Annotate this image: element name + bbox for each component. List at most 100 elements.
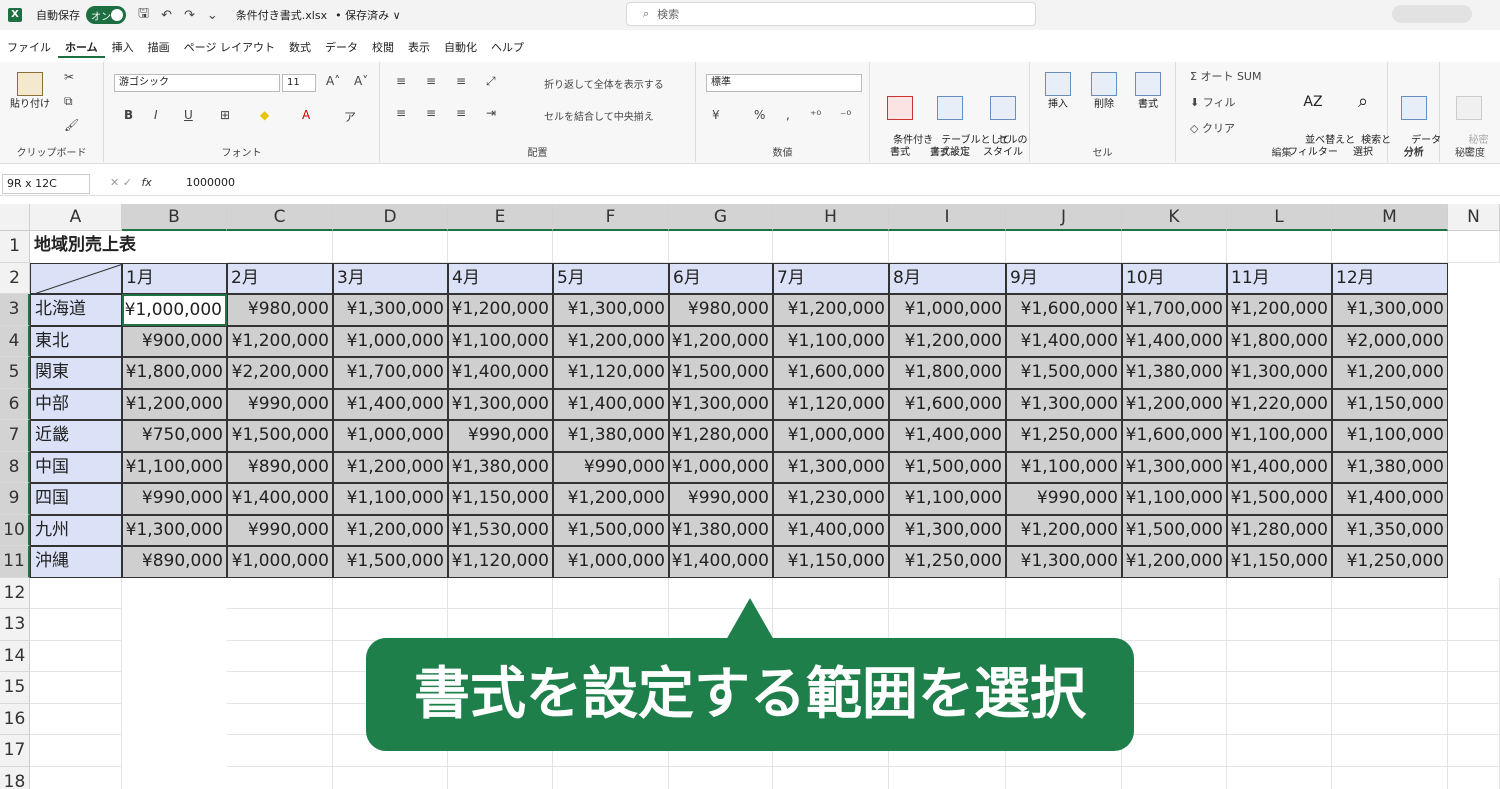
row-header[interactable]: 18 xyxy=(0,766,30,789)
value-cell[interactable]: ¥1,100,000 xyxy=(122,451,227,483)
grid-cell[interactable] xyxy=(1227,609,1332,641)
month-header-cell[interactable]: 9月 xyxy=(1006,262,1122,294)
month-header-cell[interactable]: 4月 xyxy=(448,262,553,294)
value-cell[interactable]: ¥2,000,000 xyxy=(1332,325,1448,357)
value-cell[interactable]: ¥1,100,000 xyxy=(889,483,1006,515)
value-cell[interactable]: ¥1,300,000 xyxy=(889,514,1006,546)
month-header-cell[interactable]: 7月 xyxy=(773,262,889,294)
value-cell[interactable]: ¥1,100,000 xyxy=(773,325,889,357)
value-cell[interactable]: ¥900,000 xyxy=(122,325,227,357)
grid-cell[interactable] xyxy=(889,577,1006,609)
tab-help[interactable]: ヘルプ xyxy=(484,38,531,58)
grid-cell[interactable] xyxy=(1122,766,1227,789)
value-cell[interactable]: ¥1,300,000 xyxy=(553,294,669,326)
value-cell[interactable]: ¥1,300,000 xyxy=(1227,357,1332,389)
customize-qat-icon[interactable]: ⌄ xyxy=(207,8,218,23)
month-header-cell[interactable]: 2月 xyxy=(227,262,333,294)
value-cell[interactable]: ¥2,200,000 xyxy=(227,357,333,389)
grid-cell[interactable] xyxy=(30,577,122,609)
value-cell[interactable]: ¥1,500,000 xyxy=(889,451,1006,483)
column-header[interactable]: I xyxy=(889,204,1006,231)
value-cell[interactable]: ¥990,000 xyxy=(227,388,333,420)
grid-cell[interactable] xyxy=(1332,735,1448,767)
value-cell[interactable]: ¥1,150,000 xyxy=(1332,388,1448,420)
grid-cell[interactable] xyxy=(1122,640,1227,672)
row-header[interactable]: 3 xyxy=(0,294,30,326)
column-header[interactable]: J xyxy=(1006,204,1122,231)
grid-cell[interactable] xyxy=(227,672,333,704)
value-cell[interactable]: ¥1,150,000 xyxy=(773,546,889,578)
value-cell[interactable]: ¥990,000 xyxy=(122,483,227,515)
grid-cell[interactable] xyxy=(448,231,553,263)
value-cell[interactable]: ¥1,300,000 xyxy=(669,388,773,420)
grid-cell[interactable] xyxy=(553,766,669,789)
grid-cell[interactable] xyxy=(553,609,669,641)
grid-cell[interactable] xyxy=(1227,577,1332,609)
value-cell[interactable]: ¥1,500,000 xyxy=(227,420,333,452)
grid-cell[interactable] xyxy=(227,640,333,672)
value-cell[interactable]: ¥1,400,000 xyxy=(333,388,448,420)
row-header[interactable]: 9 xyxy=(0,483,30,515)
increase-font-icon[interactable]: A˄ xyxy=(326,74,340,88)
align-top-icon[interactable]: ≡ xyxy=(396,74,406,88)
grid-cell[interactable] xyxy=(1332,640,1448,672)
tab-page-layout[interactable]: ページ レイアウト xyxy=(177,38,282,58)
value-cell[interactable]: ¥1,600,000 xyxy=(773,357,889,389)
value-cell[interactable]: ¥1,300,000 xyxy=(333,294,448,326)
value-cell[interactable]: ¥1,400,000 xyxy=(773,514,889,546)
grid-cell[interactable] xyxy=(227,703,333,735)
formula-input[interactable]: 1000000 xyxy=(186,176,235,189)
font-name-select[interactable]: 游ゴシック xyxy=(114,74,280,92)
grid-cell[interactable] xyxy=(30,766,122,789)
value-cell[interactable]: ¥1,400,000 xyxy=(227,483,333,515)
grid-cell[interactable] xyxy=(1122,703,1227,735)
row-header[interactable]: 11 xyxy=(0,546,30,578)
underline-icon[interactable]: U xyxy=(184,108,193,122)
value-cell[interactable]: ¥1,300,000 xyxy=(1332,294,1448,326)
increase-decimal-icon[interactable]: ⁺⁰ xyxy=(810,108,821,122)
name-box[interactable]: 9R x 12C xyxy=(2,174,90,194)
value-cell[interactable]: ¥1,800,000 xyxy=(122,357,227,389)
account-avatar[interactable] xyxy=(1392,5,1472,23)
region-cell[interactable]: 関東 xyxy=(30,357,122,389)
grid-cell[interactable] xyxy=(333,231,448,263)
grid-cell[interactable] xyxy=(1006,577,1122,609)
value-cell[interactable]: ¥990,000 xyxy=(227,514,333,546)
paste-button[interactable]: 貼り付け xyxy=(8,72,52,111)
grid-cell[interactable] xyxy=(1448,231,1500,263)
column-header[interactable]: K xyxy=(1122,204,1227,231)
grid-cell[interactable] xyxy=(448,577,553,609)
value-cell[interactable]: ¥1,400,000 xyxy=(1006,325,1122,357)
comma-icon[interactable]: , xyxy=(786,108,790,122)
grid-cell[interactable] xyxy=(1332,577,1448,609)
grid-cell[interactable] xyxy=(30,640,122,672)
save-icon[interactable]: 🖫 xyxy=(138,4,149,26)
row-header[interactable]: 14 xyxy=(0,640,30,672)
value-cell[interactable]: ¥1,600,000 xyxy=(1006,294,1122,326)
align-left-icon[interactable]: ≡ xyxy=(396,106,406,120)
value-cell[interactable]: ¥1,200,000 xyxy=(333,514,448,546)
grid-cell[interactable] xyxy=(227,766,333,789)
value-cell[interactable]: ¥1,700,000 xyxy=(1122,294,1227,326)
row-header[interactable]: 5 xyxy=(0,357,30,389)
row-header[interactable]: 1 xyxy=(0,231,30,263)
tab-view[interactable]: 表示 xyxy=(401,38,437,58)
row-header[interactable]: 10 xyxy=(0,514,30,546)
value-cell[interactable]: ¥1,200,000 xyxy=(669,325,773,357)
grid-cell[interactable] xyxy=(448,766,553,789)
borders-icon[interactable]: ⊞ xyxy=(220,108,230,122)
row-header[interactable]: 6 xyxy=(0,388,30,420)
tab-file[interactable]: ファイル xyxy=(0,38,58,58)
grid-cell[interactable] xyxy=(773,766,889,789)
value-cell[interactable]: ¥1,200,000 xyxy=(227,325,333,357)
row-header[interactable]: 13 xyxy=(0,609,30,641)
value-cell[interactable]: ¥1,100,000 xyxy=(1332,420,1448,452)
value-cell[interactable]: ¥1,800,000 xyxy=(889,357,1006,389)
value-cell[interactable]: ¥1,300,000 xyxy=(122,514,227,546)
grid-cell[interactable] xyxy=(1122,735,1227,767)
value-cell[interactable]: ¥1,700,000 xyxy=(333,357,448,389)
grid-cell[interactable] xyxy=(553,231,669,263)
value-cell[interactable]: ¥1,500,000 xyxy=(1227,483,1332,515)
region-cell[interactable]: 東北 xyxy=(30,325,122,357)
region-cell[interactable]: 中部 xyxy=(30,388,122,420)
